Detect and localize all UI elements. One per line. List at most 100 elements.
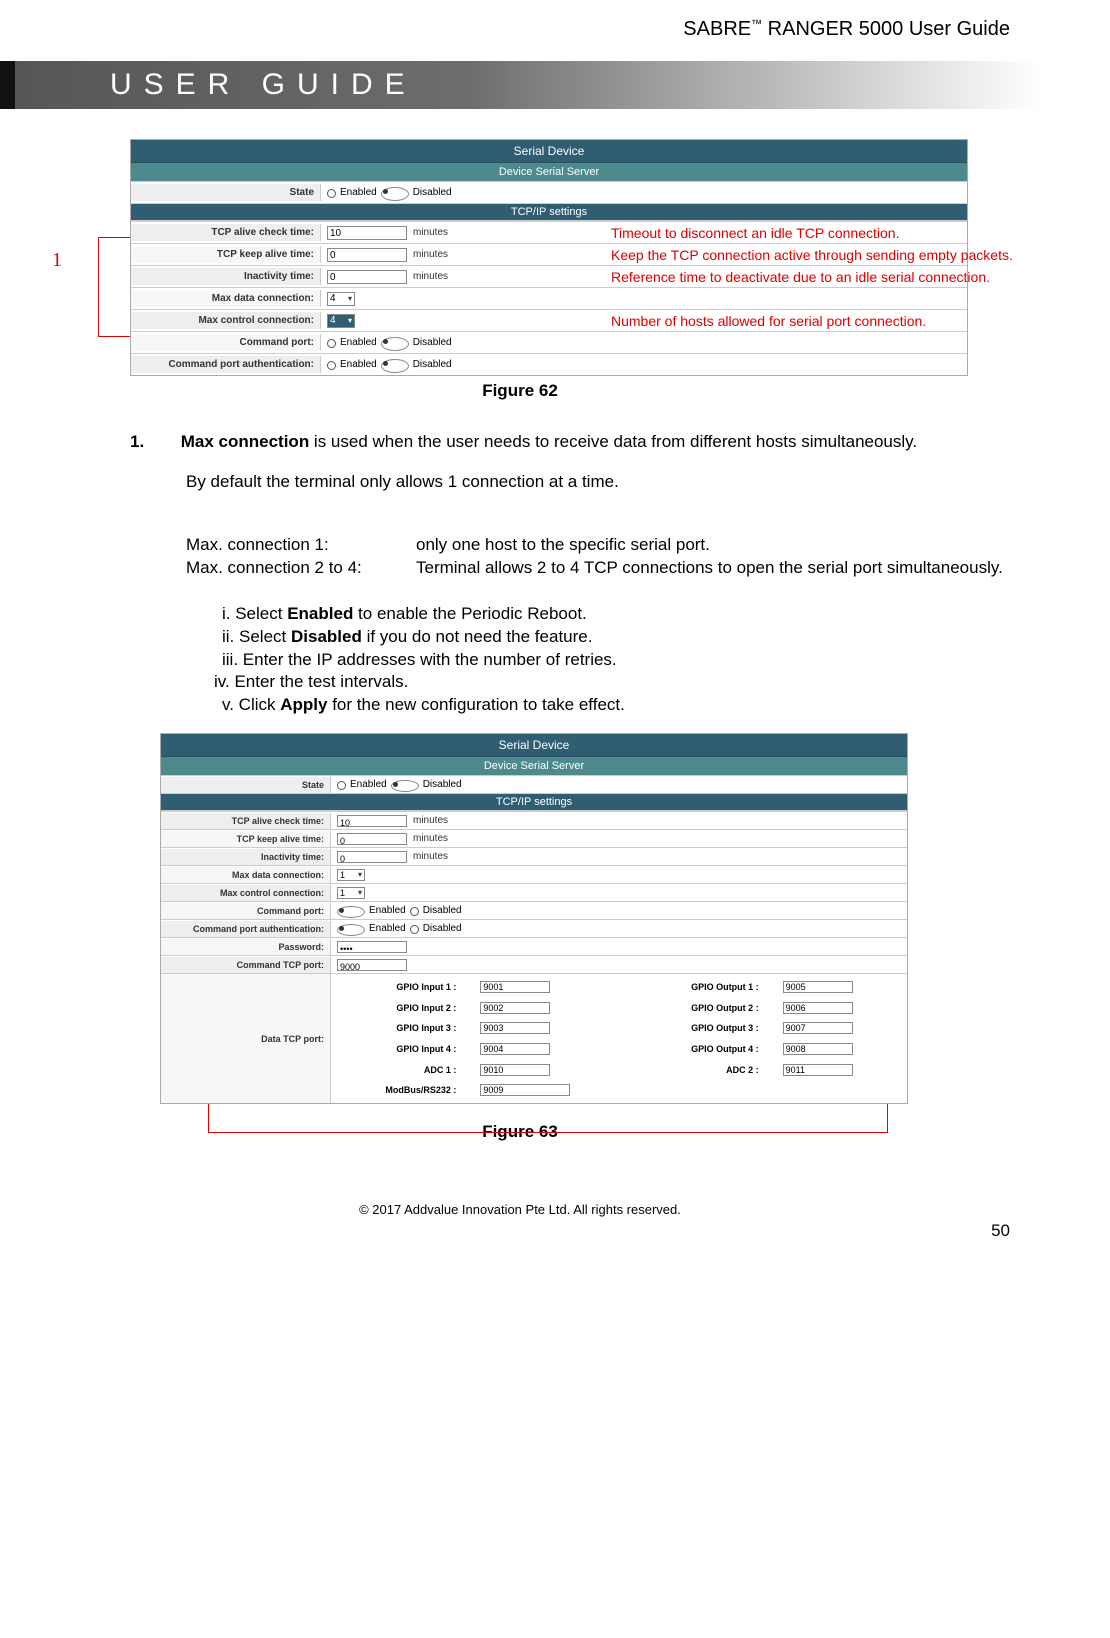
serial-device-title-2: Serial Device [161, 734, 907, 757]
cmd-auth-row: Command port authentication: Enabled Dis… [131, 353, 967, 375]
inactivity-row: Inactivity time: 0 minutes Reference tim… [131, 265, 967, 287]
max-connection-bold: Max connection [181, 432, 309, 451]
copyright-footer: © 2017 Addvalue Innovation Pte Ltd. All … [0, 1202, 1040, 1217]
cmd-port-label: Command port: [131, 334, 321, 351]
gpio-out2-input[interactable]: 9006 [783, 1002, 853, 1014]
inactivity-input[interactable]: 0 [327, 270, 407, 284]
max-data-select[interactable]: 4▾ [327, 292, 355, 306]
cmd-tcp-port-row: Command TCP port: 9000 [161, 955, 907, 973]
cmd-port-disabled-radio-2[interactable] [410, 907, 419, 916]
tcp-keep-unit: minutes [413, 249, 448, 260]
state-label: State [131, 184, 321, 201]
inactivity-unit: minutes [413, 271, 448, 282]
cmd-port-row-2: Command port: Enabled Disabled [161, 901, 907, 919]
tcp-alive-input[interactable]: 10 [327, 226, 407, 240]
state-row: State Enabled Disabled [131, 181, 967, 203]
tcp-keep-row-2: TCP keep alive time: 0minutes [161, 829, 907, 847]
state-enabled-text: Enabled [340, 187, 377, 198]
device-serial-server-bar: Device Serial Server [131, 163, 967, 181]
max-conn-1-row: Max. connection 1: only one host to the … [186, 534, 1040, 557]
max-ctrl-row-2: Max control connection: 1▾ [161, 883, 907, 901]
data-tcp-port-row: Data TCP port: GPIO Input 1 :9001 GPIO O… [161, 973, 907, 1103]
cmd-auth-row-2: Command port authentication: Enabled Dis… [161, 919, 907, 937]
gpio-out1-input[interactable]: 9005 [783, 981, 853, 993]
state-disabled-text: Disabled [413, 187, 452, 198]
modbus-input[interactable]: 9009 [480, 1084, 570, 1096]
cmd-port-enabled-radio[interactable] [327, 339, 336, 348]
product-suffix: RANGER 5000 User Guide [762, 18, 1010, 40]
cmd-auth-enabled-radio[interactable] [327, 361, 336, 370]
figure-63-wrap: 2 3 Serial Device Device Serial Server S… [160, 733, 908, 1104]
max-ctrl-select-2[interactable]: 1▾ [337, 887, 365, 899]
password-input[interactable]: •••• [337, 941, 407, 953]
product-name: SABRE [683, 18, 751, 40]
chevron-down-icon: ▾ [348, 316, 352, 325]
max-ctrl-select[interactable]: 4▾ [327, 314, 355, 328]
max-data-select-2[interactable]: 1▾ [337, 869, 365, 881]
tcp-alive-row: TCP alive check time: 10 minutes Timeout… [131, 221, 967, 243]
figure-63-panel: Serial Device Device Serial Server State… [160, 733, 908, 1104]
t1c: By default the terminal only allows 1 co… [186, 471, 1040, 494]
annot-keepalive: Keep the TCP connection active through s… [611, 247, 1013, 263]
page-number: 50 [0, 1221, 1040, 1241]
max-data-label: Max data connection: [131, 290, 321, 307]
adc1-input[interactable]: 9010 [480, 1064, 550, 1076]
gpio-in4-input[interactable]: 9004 [480, 1043, 550, 1055]
password-row: Password: •••• [161, 937, 907, 955]
state-label-2: State [161, 777, 331, 793]
gpio-out3-input[interactable]: 9007 [783, 1022, 853, 1034]
chevron-down-icon: ▾ [358, 888, 362, 897]
inactivity-row-2: Inactivity time: 0minutes [161, 847, 907, 865]
tcp-alive-input-2[interactable]: 10 [337, 815, 407, 827]
state-disabled-radio-2[interactable] [391, 780, 419, 792]
mc2-desc: Terminal allows 2 to 4 TCP connections t… [416, 557, 1040, 580]
list-number-1: 1. [130, 431, 176, 454]
mc1-label: Max. connection 1: [186, 534, 416, 557]
cmd-port-enabled-radio-2[interactable] [337, 906, 365, 918]
state-enabled-radio[interactable] [327, 189, 336, 198]
gpio-grid: GPIO Input 1 :9001 GPIO Output 1 :9005 G… [331, 974, 907, 1103]
cmd-tcp-port-input[interactable]: 9000 [337, 959, 407, 971]
state-enabled-radio-2[interactable] [337, 781, 346, 790]
inactivity-input-2[interactable]: 0 [337, 851, 407, 863]
tcp-alive-unit: minutes [413, 227, 448, 238]
tcp-keep-row: TCP keep alive time: 0 minutes Keep the … [131, 243, 967, 265]
annot-inactivity: Reference time to deactivate due to an i… [611, 269, 990, 285]
cmd-auth-enabled-radio-2[interactable] [337, 924, 365, 936]
tcp-keep-label: TCP keep alive time: [131, 246, 321, 263]
annot-hosts: Number of hosts allowed for serial port … [611, 313, 926, 329]
gpio-in1-input[interactable]: 9001 [480, 981, 550, 993]
gpio-in2-input[interactable]: 9002 [480, 1002, 550, 1014]
user-guide-banner: USER GUIDE [0, 61, 1040, 109]
mc1-desc: only one host to the specific serial por… [416, 534, 1040, 557]
max-ctrl-row: Max control connection: 4▾ Number of hos… [131, 309, 967, 331]
cmd-port-disabled-radio[interactable] [381, 337, 409, 351]
cmd-auth-disabled-radio-2[interactable] [410, 925, 419, 934]
tcp-alive-label: TCP alive check time: [131, 224, 321, 241]
banner-accent [0, 61, 15, 109]
mc2-label: Max. connection 2 to 4: [186, 557, 416, 580]
serial-device-title: Serial Device [131, 140, 967, 163]
trademark: ™ [751, 18, 762, 30]
gpio-in3-input[interactable]: 9003 [480, 1022, 550, 1034]
max-ctrl-label: Max control connection: [131, 312, 321, 329]
callout-1: 1 [52, 249, 62, 272]
document-header: SABRE™ RANGER 5000 User Guide [0, 0, 1040, 51]
figure-62-wrap: 1 Serial Device Device Serial Server Sta… [130, 139, 968, 376]
body-text: 1. Max connection is used when the user … [130, 431, 1040, 717]
t1b: is used when the user needs to receive d… [309, 432, 917, 451]
inactivity-label: Inactivity time: [131, 268, 321, 285]
figure-62-caption: Figure 62 [0, 381, 1040, 401]
max-conn-2-row: Max. connection 2 to 4: Terminal allows … [186, 557, 1040, 580]
max-data-row: Max data connection: 4▾ [131, 287, 967, 309]
state-disabled-radio[interactable] [381, 187, 409, 201]
gpio-out4-input[interactable]: 9008 [783, 1043, 853, 1055]
tcpip-settings-bar: TCP/IP settings [131, 203, 967, 221]
adc2-input[interactable]: 9011 [783, 1064, 853, 1076]
figure-62-panel: Serial Device Device Serial Server State… [130, 139, 968, 376]
tcp-keep-input-2[interactable]: 0 [337, 833, 407, 845]
cmd-auth-disabled-radio[interactable] [381, 359, 409, 373]
cmd-auth-label: Command port authentication: [131, 356, 321, 373]
max-data-row-2: Max data connection: 1▾ [161, 865, 907, 883]
tcp-keep-input[interactable]: 0 [327, 248, 407, 262]
